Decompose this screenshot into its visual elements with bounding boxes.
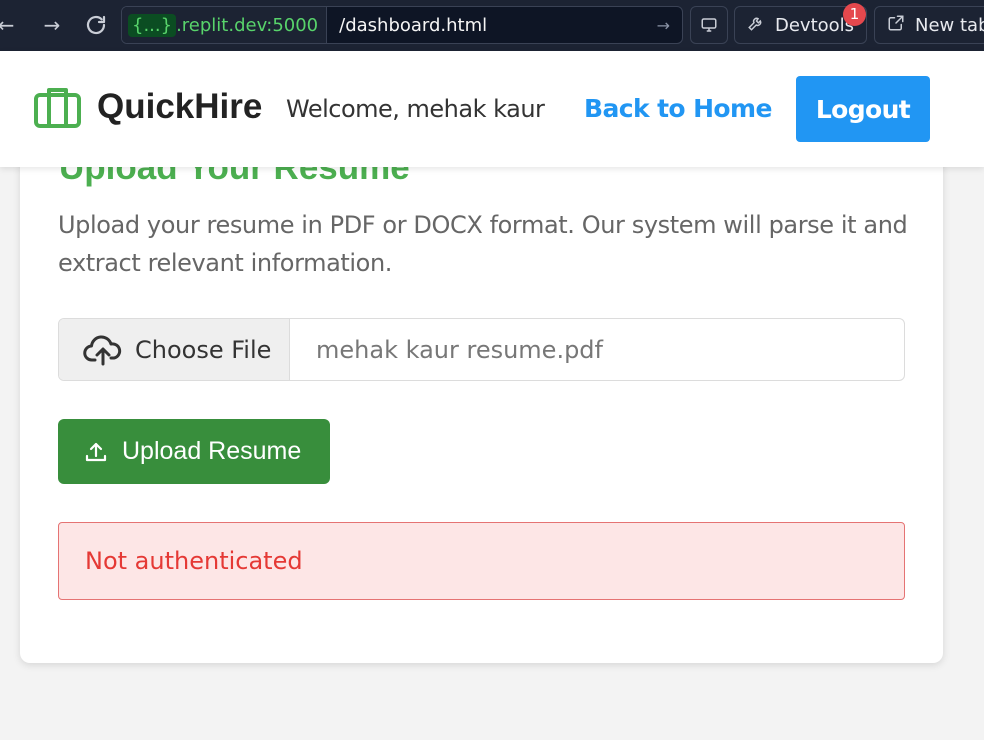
forward-icon[interactable]: → <box>40 13 64 37</box>
new-tab-button[interactable]: New tab <box>874 6 984 44</box>
choose-file-button[interactable]: Choose File <box>59 319 290 380</box>
upload-resume-button[interactable]: Upload Resume <box>58 419 330 484</box>
cloud-upload-icon <box>83 334 122 365</box>
resume-file-input[interactable]: Choose File mehak kaur resume.pdf <box>58 318 905 381</box>
choose-file-label: Choose File <box>135 335 272 364</box>
wrench-icon <box>747 14 765 36</box>
upload-description: Upload your resume in PDF or DOCX format… <box>58 211 908 277</box>
logout-button[interactable]: Logout <box>796 76 930 142</box>
brand-name: QuickHire <box>97 87 263 126</box>
error-message: Not authenticated <box>85 547 303 575</box>
screen-button[interactable] <box>690 6 728 44</box>
devtools-badge: 1 <box>843 3 866 26</box>
upload-icon <box>85 442 107 461</box>
external-link-icon <box>887 14 905 36</box>
devtools-label: Devtools <box>775 14 855 36</box>
url-badge: {...} <box>128 13 177 37</box>
browser-toolbar: ← → {...} .replit.dev:5000 /dashboard.ht… <box>0 0 984 51</box>
welcome-text: Welcome, mehak kaur <box>286 95 545 123</box>
url-host: {...} .replit.dev:5000 <box>122 7 328 43</box>
brand[interactable]: QuickHire <box>34 86 262 128</box>
new-tab-label: New tab <box>915 14 984 36</box>
selected-file-name: mehak kaur resume.pdf <box>316 335 603 364</box>
url-domain: .replit.dev:5000 <box>176 14 319 36</box>
upload-resume-label: Upload Resume <box>122 437 302 465</box>
back-to-home-link[interactable]: Back to Home <box>584 94 772 123</box>
briefcase-icon <box>34 88 81 128</box>
app-header: QuickHire Welcome, mehak kaur Back to Ho… <box>0 51 984 167</box>
monitor-icon <box>701 18 717 32</box>
address-bar[interactable]: {...} .replit.dev:5000 /dashboard.html → <box>121 6 683 44</box>
error-alert: Not authenticated <box>58 522 905 600</box>
back-icon[interactable]: ← <box>0 13 18 37</box>
go-arrow-icon[interactable]: → <box>657 16 682 35</box>
url-path: /dashboard.html <box>339 14 488 36</box>
reload-icon[interactable] <box>84 13 108 37</box>
